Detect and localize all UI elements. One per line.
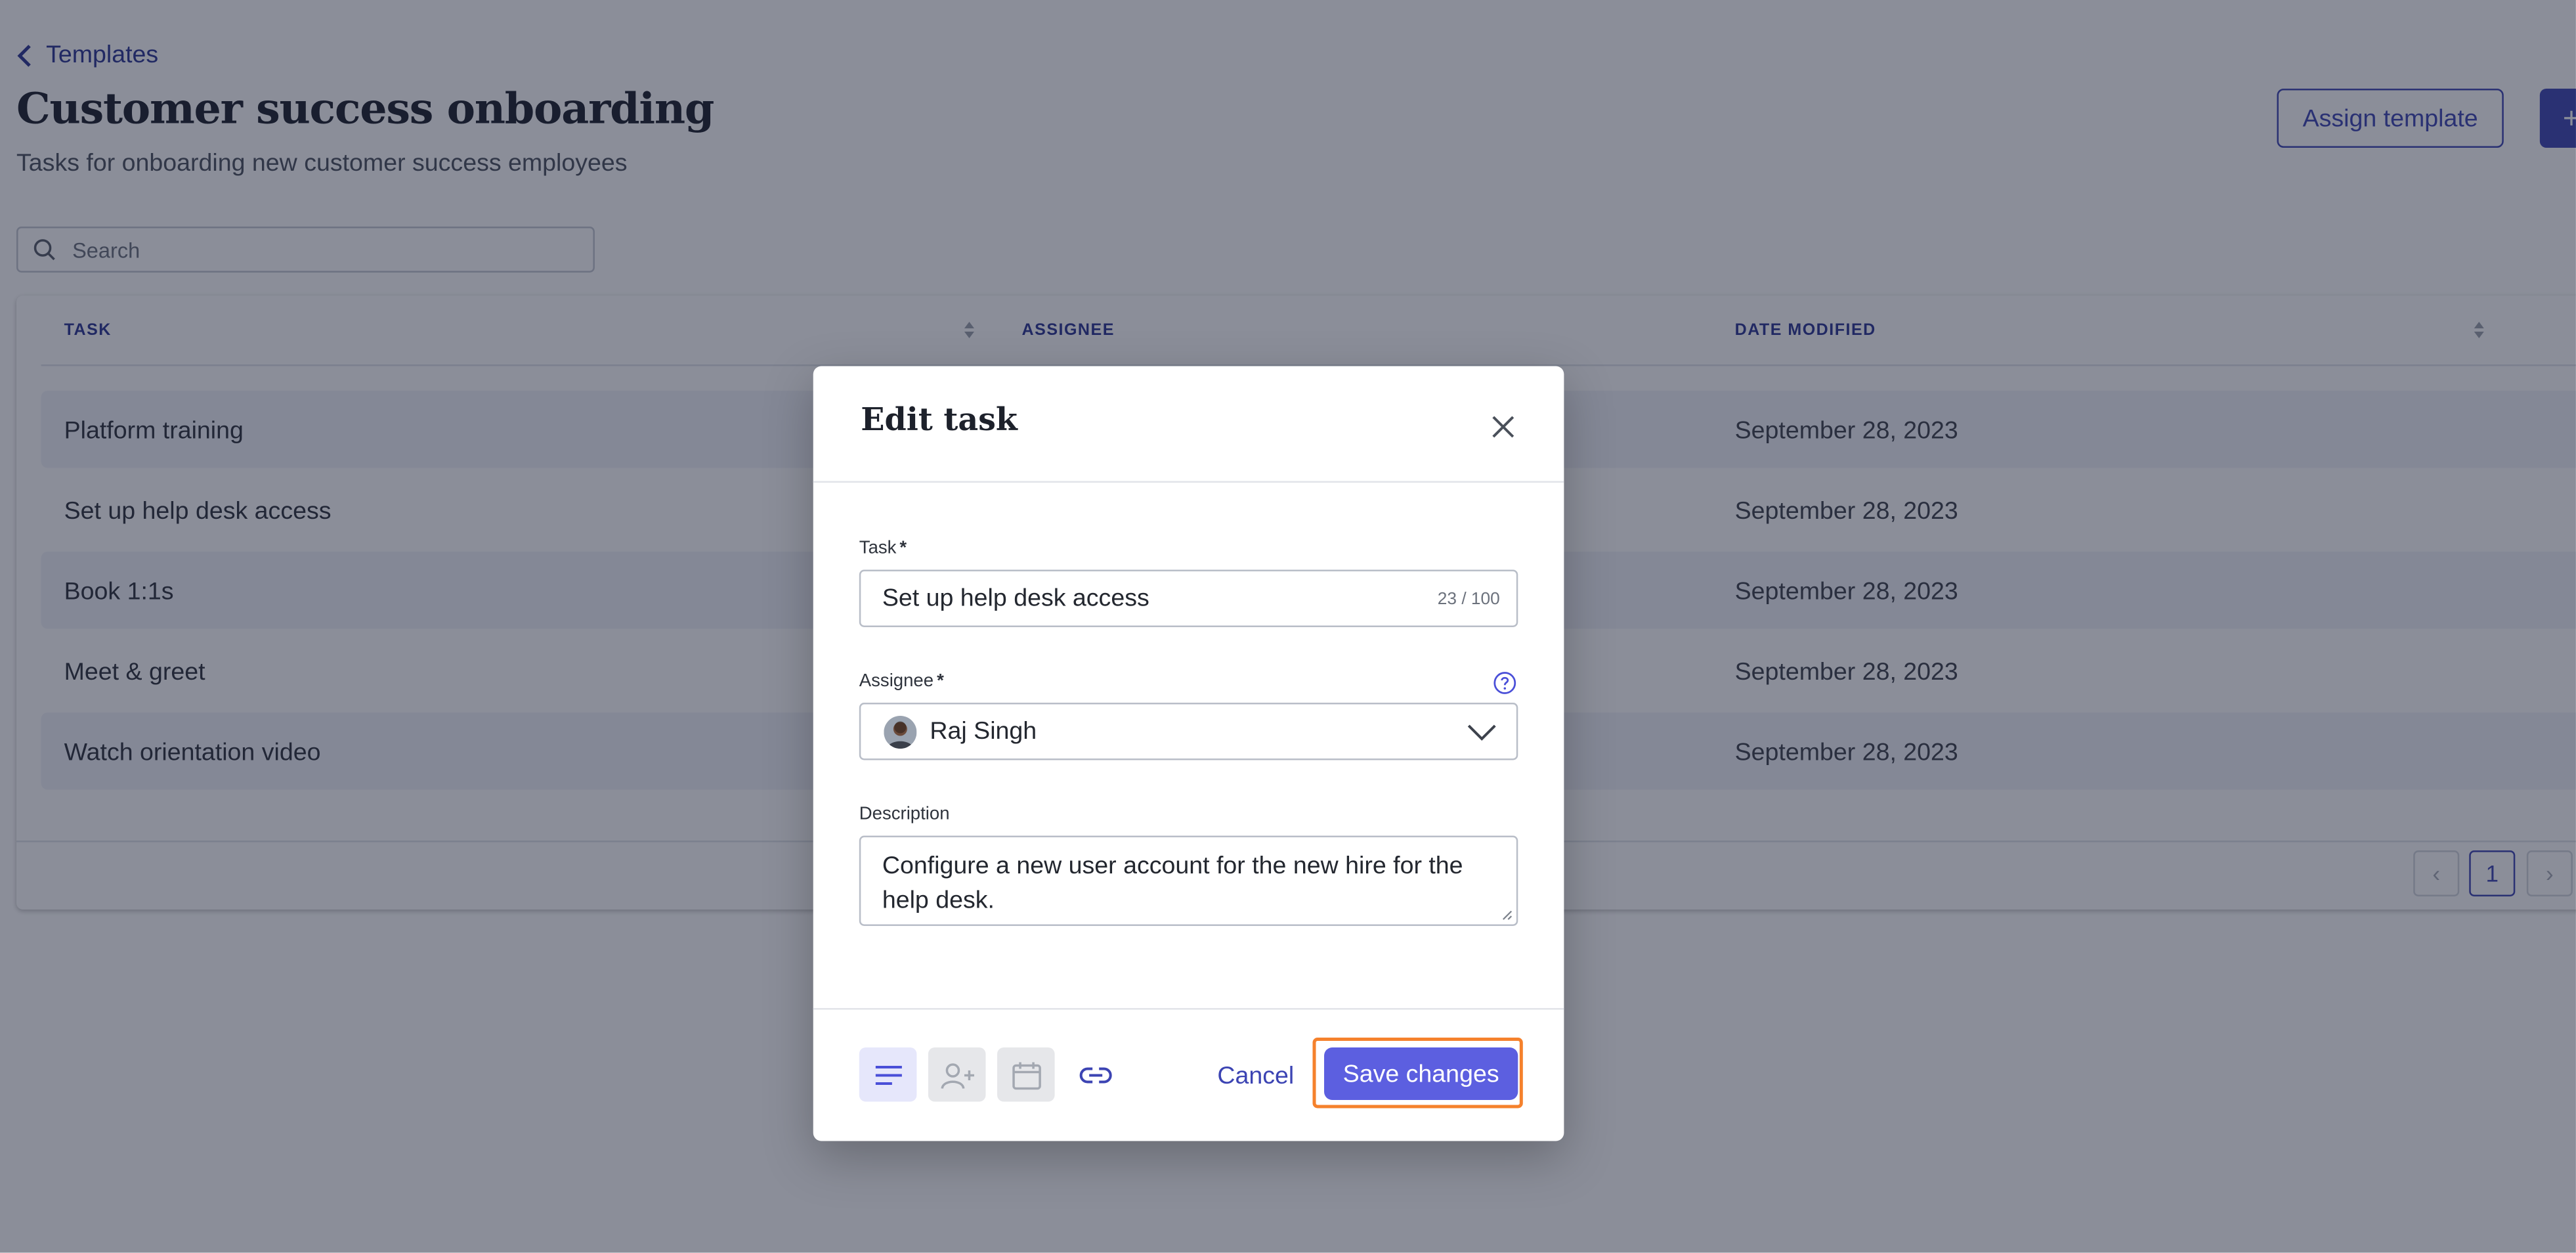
add-link-button[interactable] xyxy=(1066,1047,1124,1102)
assignee-field-label: Assignee * xyxy=(859,671,944,692)
description-icon xyxy=(874,1065,901,1084)
assignee-value: Raj Singh xyxy=(930,717,1037,746)
link-icon xyxy=(1079,1066,1111,1083)
app-window: Templates Customer success onboarding Ta… xyxy=(0,0,2576,1253)
description-input[interactable]: Configure a new user account for the new… xyxy=(882,848,1499,918)
dialog-footer-divider xyxy=(813,1008,1564,1010)
cancel-button[interactable]: Cancel xyxy=(1217,1063,1294,1091)
close-icon xyxy=(1492,416,1514,438)
chevron-down-icon xyxy=(1467,724,1496,741)
due-date-button[interactable] xyxy=(997,1047,1055,1102)
resize-handle-icon[interactable] xyxy=(1501,910,1513,921)
description-field: Configure a new user account for the new… xyxy=(859,835,1518,926)
dialog-header-divider xyxy=(813,481,1564,483)
edit-task-dialog: Edit task Task* 23 / 100 Assignee* Raj S… xyxy=(813,366,1564,1141)
description-toggle-button[interactable] xyxy=(859,1047,917,1102)
assignee-select[interactable]: Raj Singh xyxy=(859,703,1518,760)
char-counter: 23 / 100 xyxy=(1437,589,1500,609)
dialog-title: Edit task xyxy=(861,402,1018,439)
close-button[interactable] xyxy=(1485,409,1521,445)
task-field: 23 / 100 xyxy=(859,569,1518,627)
calendar-icon xyxy=(1012,1061,1041,1089)
assign-person-button[interactable] xyxy=(928,1047,986,1102)
help-circle-icon[interactable] xyxy=(1493,672,1516,695)
avatar xyxy=(884,716,917,749)
task-input[interactable] xyxy=(882,571,1408,626)
description-field-label: Description xyxy=(859,804,950,824)
add-person-icon xyxy=(940,1063,974,1088)
task-field-label: Task * xyxy=(859,539,907,558)
save-changes-button[interactable]: Save changes xyxy=(1324,1047,1518,1100)
